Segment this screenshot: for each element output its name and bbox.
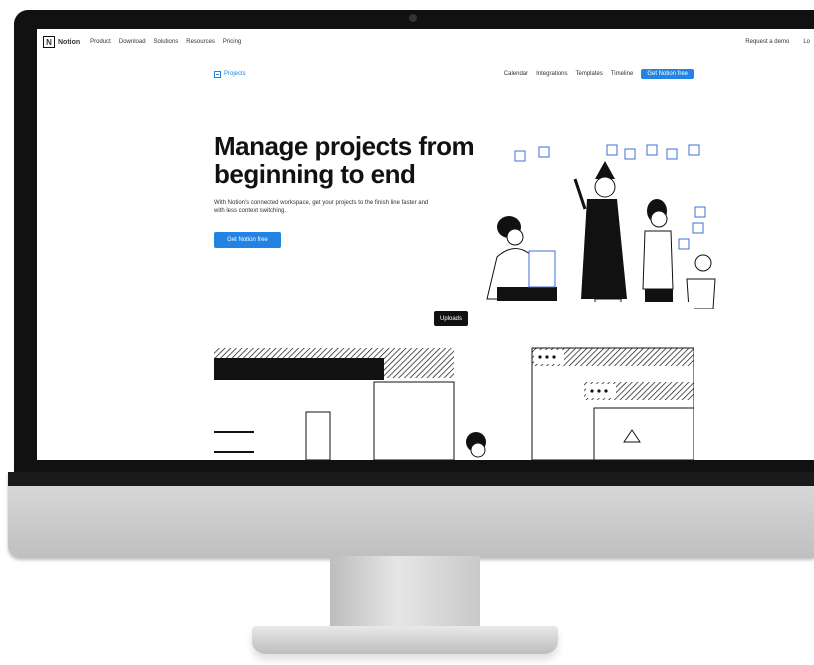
logo-text: Notion: [58, 38, 81, 46]
sub-link-templates[interactable]: Templates: [576, 71, 603, 77]
projects-icon: [214, 70, 221, 78]
projects-brand[interactable]: Projects: [214, 70, 246, 78]
monitor-bottom-bezel: [8, 472, 814, 486]
request-demo-link[interactable]: Request a demo: [745, 39, 789, 45]
monitor-mockup: N Notion Product Download Solutions Reso…: [0, 0, 814, 665]
camera-icon: [409, 14, 417, 22]
nav-item-product[interactable]: Product: [90, 39, 111, 45]
login-link[interactable]: Lo: [803, 39, 810, 45]
top-nav: N Notion Product Download Solutions Reso…: [37, 29, 814, 55]
nav-item-pricing[interactable]: Pricing: [223, 39, 241, 45]
sub-link-timeline[interactable]: Timeline: [611, 71, 633, 77]
hero-cta-button[interactable]: Get Notion free: [214, 232, 281, 248]
monitor-chin: [8, 472, 814, 558]
sub-link-integrations[interactable]: Integrations: [536, 71, 567, 77]
monitor-neck: [330, 556, 480, 628]
logo[interactable]: N Notion: [43, 36, 80, 48]
subnav-cta-button[interactable]: Get Notion free: [641, 69, 694, 79]
sub-links: Calendar Integrations Templates Timeline…: [504, 69, 694, 79]
hero-subtext: With Notion's connected workspace, get y…: [214, 200, 429, 214]
nav-right: Request a demo Lo: [745, 39, 810, 45]
nav-item-solutions[interactable]: Solutions: [154, 39, 179, 45]
uploads-tooltip: Uploads: [434, 311, 469, 326]
hero-illustration: [486, 144, 716, 309]
sub-nav: Projects Calendar Integrations Templates…: [214, 67, 694, 81]
notion-logo-icon: N: [43, 36, 55, 48]
screen: N Notion Product Download Solutions Reso…: [37, 29, 814, 460]
nav-item-download[interactable]: Download: [119, 39, 146, 45]
nav-menu: Product Download Solutions Resources Pri…: [90, 39, 241, 45]
sub-link-calendar[interactable]: Calendar: [504, 71, 528, 77]
monitor-stand: [252, 626, 558, 654]
projects-label: Projects: [224, 71, 246, 77]
nav-item-resources[interactable]: Resources: [186, 39, 215, 45]
